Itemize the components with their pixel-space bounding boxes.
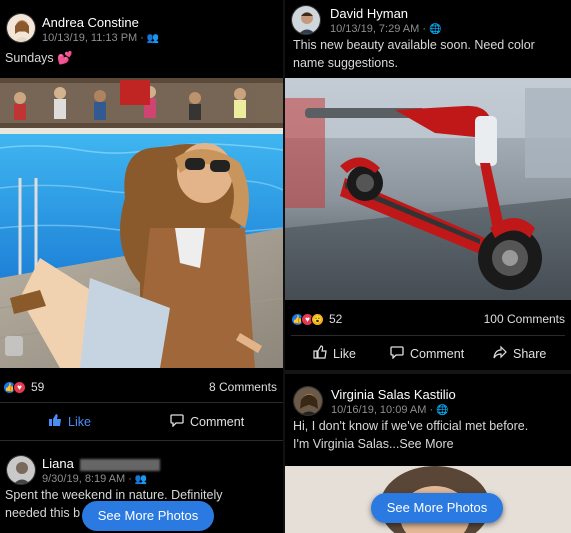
post-timestamp: 10/13/19, 11:13 PM · 👥 xyxy=(42,32,160,44)
avatar[interactable] xyxy=(291,5,321,35)
post-author[interactable]: Andrea Constine xyxy=(42,15,139,30)
thumbs-up-icon xyxy=(48,413,62,430)
post-timestamp: 10/13/19, 7:29 AM · 🌐 xyxy=(330,23,442,35)
reaction-summary[interactable]: 👍 ♥ 59 xyxy=(3,380,44,394)
caption-line: I'm Virginia Salas...See More xyxy=(293,437,454,451)
redacted-name xyxy=(79,458,160,471)
post-caption: Hi, I don't know if we've official met b… xyxy=(293,417,571,453)
comment-label: Comment xyxy=(190,414,245,429)
reaction-summary[interactable]: 👍 ♥ 😮 52 xyxy=(291,312,342,326)
comment-button[interactable]: Comment xyxy=(390,345,464,362)
comment-icon xyxy=(390,345,404,362)
avatar[interactable] xyxy=(6,455,36,485)
share-label: Share xyxy=(513,346,547,361)
like-button[interactable]: Like xyxy=(48,413,91,430)
globe-icon: 🌐 xyxy=(436,405,449,416)
post-photo-scooter[interactable] xyxy=(285,78,571,300)
caption-line: This new beauty available soon. Need col… xyxy=(293,38,535,52)
post-timestamp: 9/30/19, 8:19 AM · 👥 xyxy=(42,473,148,485)
like-label: Like xyxy=(333,346,356,361)
avatar[interactable] xyxy=(293,386,323,416)
comment-label: Comment xyxy=(410,346,465,361)
thumbs-up-icon xyxy=(313,345,327,362)
avatar[interactable] xyxy=(6,13,36,43)
comment-button[interactable]: Comment xyxy=(170,413,244,430)
post-author[interactable]: Liana xyxy=(42,456,160,471)
divider xyxy=(291,335,565,336)
wow-reaction-icon: 😮 xyxy=(311,312,324,326)
comments-count[interactable]: 8 Comments xyxy=(209,380,277,394)
post-author[interactable]: David Hyman xyxy=(330,6,408,21)
see-more-photos-button[interactable]: See More Photos xyxy=(371,493,503,523)
post-photo-pool[interactable] xyxy=(0,78,283,368)
friends-icon: 👥 xyxy=(146,33,160,44)
post-timestamp: 10/16/19, 10:09 AM · 🌐 xyxy=(331,404,449,416)
divider xyxy=(0,440,283,441)
globe-icon: 🌐 xyxy=(429,24,442,35)
like-label: Like xyxy=(68,414,91,429)
like-button[interactable]: Like xyxy=(313,345,356,362)
divider xyxy=(0,402,283,403)
caption-line: name suggestions. xyxy=(293,56,398,70)
section-divider xyxy=(285,370,571,374)
comments-count[interactable]: 100 Comments xyxy=(484,312,565,326)
love-reaction-icon: ♥ xyxy=(13,380,26,394)
right-feed-column: David Hyman 10/13/19, 7:29 AM · 🌐 This ne… xyxy=(285,0,571,533)
post-caption: Sundays 💕 xyxy=(5,51,73,65)
friends-icon: 👥 xyxy=(134,474,148,485)
see-more-photos-button[interactable]: See More Photos xyxy=(82,501,214,531)
reaction-count: 59 xyxy=(31,380,45,394)
comment-icon xyxy=(170,413,184,430)
post-caption: This new beauty available soon. Need col… xyxy=(293,36,569,72)
post-author[interactable]: Virginia Salas Kastilio xyxy=(331,387,456,402)
left-feed-column: Andrea Constine 10/13/19, 11:13 PM · 👥 Su… xyxy=(0,0,283,533)
caption-line: Hi, I don't know if we've official met b… xyxy=(293,419,529,433)
reaction-count: 52 xyxy=(329,312,343,326)
share-icon xyxy=(493,345,507,362)
share-button[interactable]: Share xyxy=(493,345,546,362)
